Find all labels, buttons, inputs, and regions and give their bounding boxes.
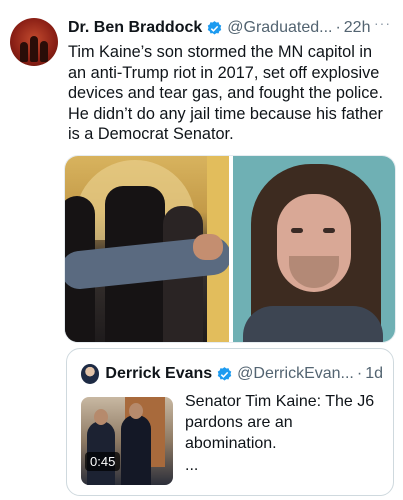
quoted-tweet[interactable]: Derrick Evans @DerrickEvan... · 1d 0:45 … — [66, 348, 394, 496]
author-name[interactable]: Dr. Ben Braddock — [68, 19, 202, 37]
video-duration: 0:45 — [85, 452, 121, 471]
quoted-author-handle[interactable]: @DerrickEvan... — [237, 365, 354, 383]
verified-badge-icon — [206, 20, 223, 37]
quoted-tweet-ellipsis: ... — [185, 457, 199, 474]
tweet-text: Tim Kaine’s son stormed the MN capitol i… — [68, 43, 383, 143]
author-avatar[interactable] — [10, 18, 58, 66]
tweet-header: Dr. Ben Braddock @Graduated... · 22h ··· — [68, 15, 395, 37]
mugshot-photo[interactable] — [233, 156, 395, 342]
tweet-timestamp[interactable]: 22h — [344, 19, 371, 37]
quoted-tweet-header: Derrick Evans @DerrickEvan... · 1d — [81, 364, 383, 384]
tweet[interactable]: Dr. Ben Braddock @Graduated... · 22h ···… — [0, 0, 403, 500]
quoted-video-thumbnail[interactable]: 0:45 — [81, 397, 173, 485]
crowd-photo[interactable] — [65, 156, 229, 342]
quoted-author-name[interactable]: Derrick Evans — [105, 365, 212, 383]
separator-dot: · — [335, 19, 341, 36]
tweet-media[interactable] — [64, 155, 396, 343]
separator-dot: · — [356, 365, 363, 382]
verified-badge-icon — [216, 366, 233, 383]
more-options-icon[interactable]: ··· — [374, 15, 391, 31]
author-handle[interactable]: @Graduated... — [227, 19, 332, 37]
quoted-tweet-timestamp[interactable]: 1d — [365, 365, 383, 383]
quoted-tweet-text: Senator Tim Kaine: The J6 pardons are an… — [185, 393, 375, 452]
quoted-author-avatar[interactable] — [81, 364, 100, 384]
